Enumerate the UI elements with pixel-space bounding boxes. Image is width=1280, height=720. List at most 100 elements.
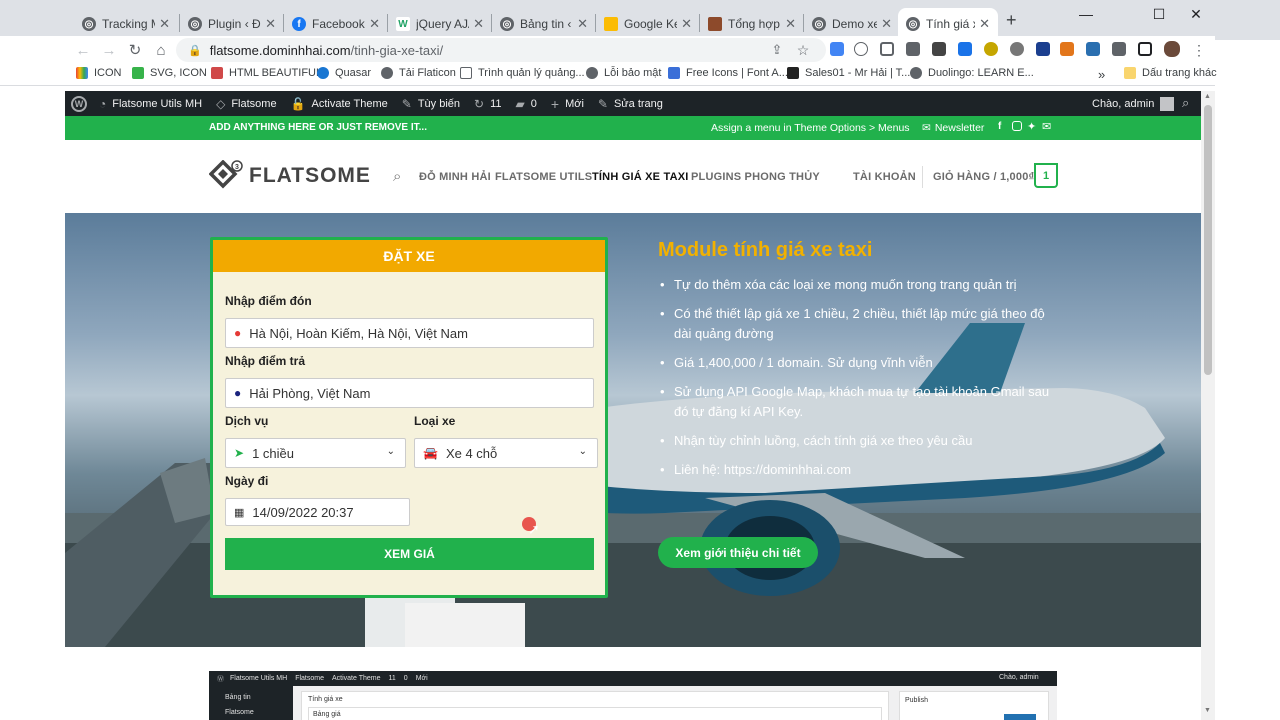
nav-item-plugins-phong-thuy[interactable]: PLUGINS PHONG THỦY [691, 171, 820, 183]
view-price-button[interactable]: XEM GIÁ [225, 538, 594, 570]
newsletter-link[interactable]: ✉ Newsletter [922, 122, 984, 134]
wp-new-link[interactable]: + Mới [551, 96, 584, 112]
wp-activate-link[interactable]: 🔓 Activate Theme [291, 97, 388, 111]
window-close-icon[interactable]: ✕ [1178, 0, 1214, 28]
cart-link[interactable]: GIỎ HÀNG / 1,000₫ [933, 171, 1034, 183]
car-type-select[interactable]: 🚘 Xe 4 chỗ ⌄ [414, 438, 598, 468]
home-icon[interactable]: ⌂ [150, 39, 172, 61]
ext-icon[interactable] [984, 42, 998, 56]
bookmark-item[interactable]: HTML BEAUTIFUL [211, 67, 322, 79]
side-panel-icon[interactable] [1138, 42, 1152, 56]
bookmark-folder[interactable]: Dấu trang khác [1124, 67, 1217, 79]
close-icon[interactable]: ✕ [979, 16, 990, 32]
email-icon[interactable]: ✉ [1042, 120, 1051, 133]
code-icon[interactable] [906, 42, 920, 56]
bookmark-item[interactable]: Trình quản lý quảng... [460, 67, 585, 79]
wp-account-menu[interactable]: Chào, admin [1092, 97, 1175, 111]
globe-icon: ◎ [188, 17, 202, 31]
site-logo-text[interactable]: FLATSOME [249, 164, 371, 188]
close-icon[interactable]: ✕ [681, 16, 692, 32]
pickup-input[interactable]: ● Hà Nội, Hoàn Kiếm, Hà Nội, Việt Nam [225, 318, 594, 348]
bookmark-item[interactable]: Quasar [317, 67, 371, 79]
details-button[interactable]: Xem giới thiệu chi tiết [658, 537, 818, 568]
search-icon[interactable]: ⌕ [393, 168, 401, 185]
scroll-down-icon[interactable]: ▼ [1204, 707, 1211, 714]
back-icon[interactable]: ← [72, 39, 94, 61]
avatar [1160, 97, 1175, 111]
bookmarks-more-button[interactable]: » [1098, 67, 1105, 82]
cloud-icon[interactable] [854, 42, 868, 56]
nav-item-tinh-gia-xe-taxi[interactable]: TÍNH GIÁ XE TAXI [592, 171, 689, 183]
share-icon[interactable]: ⇪ [766, 39, 788, 61]
profile-avatar[interactable] [1164, 41, 1180, 57]
ext-icon[interactable] [1036, 42, 1050, 56]
wordpress-logo-icon[interactable]: W [71, 95, 87, 112]
search-icon[interactable]: ⌕ [1182, 95, 1189, 111]
close-icon[interactable]: ✕ [473, 16, 484, 32]
bookmark-item[interactable]: Duolingo: LEARN E... [910, 67, 1034, 79]
bookmark-item[interactable]: Free Icons | Font A... [668, 67, 788, 79]
reload-icon[interactable]: ↻ [124, 39, 146, 61]
ext-icon[interactable] [932, 42, 946, 56]
wp-edit-link[interactable]: ✎ Sửa trang [598, 97, 663, 111]
logo-icon[interactable]: 3 [208, 159, 245, 196]
close-icon[interactable]: ✕ [577, 16, 588, 32]
page-scrollbar[interactable]: ▲ ▼ [1201, 91, 1215, 720]
facebook-icon[interactable]: f [998, 121, 1001, 132]
address-bar[interactable]: 🔒 flatsome.dominhhai.com/tinh-gia-xe-tax… [176, 38, 826, 62]
bookmark-star-icon[interactable]: ☆ [792, 39, 814, 61]
dropoff-input[interactable]: ● Hải Phòng, Việt Nam [225, 378, 594, 408]
wp-site-link[interactable]: ◔ Flatsome Utils MH [99, 97, 202, 111]
scrollbar-thumb[interactable] [1204, 105, 1212, 375]
forward-icon[interactable]: → [98, 39, 120, 61]
browser-toolbar: ← → ↻ ⌂ 🔒 flatsome.dominhhai.com/tinh-gi… [0, 36, 1215, 64]
service-label: Dịch vụ [225, 414, 269, 428]
close-icon[interactable]: ✕ [265, 16, 276, 32]
navigation-arrow-icon: ➤ [234, 446, 245, 460]
instagram-icon[interactable] [1012, 121, 1022, 131]
screenshot-icon[interactable] [880, 42, 894, 56]
bookmark-item[interactable]: ICON [76, 67, 122, 79]
wp-comments-link[interactable]: ▰ 0 [516, 97, 537, 111]
bookmark-item[interactable]: Lỗi bảo mật [586, 67, 661, 79]
ext-icon[interactable] [1010, 42, 1024, 56]
ext-icon[interactable] [958, 42, 972, 56]
translate-icon[interactable] [830, 42, 844, 56]
wp-customize-link[interactable]: ✎ Tùy biến [402, 97, 460, 111]
bookmark-item[interactable]: Tải Flaticon [381, 67, 456, 79]
booking-form: ĐẶT XE Nhập điểm đón ● Hà Nội, Hoàn Kiếm… [210, 237, 608, 598]
brush-icon: ✎ [401, 96, 412, 111]
nav-item-flatsome-utils[interactable]: FLATSOME UTILS [495, 171, 592, 183]
cart-count-badge[interactable]: 1 [1034, 163, 1058, 188]
hero-section: ĐẶT XE Nhập điểm đón ● Hà Nội, Hoàn Kiếm… [65, 213, 1201, 647]
menu-dots-icon[interactable]: ⋮ [1188, 39, 1210, 61]
wp-updates-link[interactable]: ↻ 11 [474, 97, 501, 111]
account-link[interactable]: TÀI KHOẢN [853, 171, 916, 183]
close-icon[interactable]: ✕ [881, 16, 892, 32]
nav-item-do-minh-hai[interactable]: ĐỖ MINH HẢI [419, 171, 491, 183]
service-select[interactable]: ➤ 1 chiều ⌄ [225, 438, 406, 468]
extensions-puzzle-icon[interactable] [1112, 42, 1126, 56]
wp-theme-link[interactable]: ◇ Flatsome [216, 97, 276, 111]
svg-text:3: 3 [235, 164, 239, 171]
car-icon: 🚘 [423, 446, 438, 460]
date-input[interactable]: ▦ 14/09/2022 20:37 [225, 498, 410, 526]
close-icon[interactable]: ✕ [159, 16, 170, 32]
minimize-icon[interactable]: — [1068, 0, 1104, 28]
ext-icon[interactable] [1086, 42, 1100, 56]
preview-sidebar: Bảng tin Flatsome [209, 686, 293, 720]
new-tab-button[interactable]: + [1006, 10, 1017, 31]
preview-admin-bar: Ⓦ Flatsome Utils MH Flatsome Activate Th… [209, 671, 1057, 686]
bookmark-favicon-icon [317, 67, 329, 79]
close-icon[interactable]: ✕ [369, 16, 380, 32]
twitter-icon[interactable]: ✦ [1027, 120, 1036, 133]
lock-icon: 🔒 [188, 44, 202, 57]
metamask-icon[interactable] [1060, 42, 1074, 56]
maximize-icon[interactable]: ☐ [1141, 0, 1177, 28]
bookmark-item[interactable]: Sales01 - Mr Hải | T... [787, 67, 910, 79]
close-icon[interactable]: ✕ [785, 16, 796, 32]
bookmark-favicon-icon [787, 67, 799, 79]
bookmark-item[interactable]: SVG, ICON [132, 67, 207, 79]
top-bar-menu-link[interactable]: Assign a menu in Theme Options > Menus [711, 122, 910, 134]
scroll-up-icon[interactable]: ▲ [1204, 93, 1211, 100]
